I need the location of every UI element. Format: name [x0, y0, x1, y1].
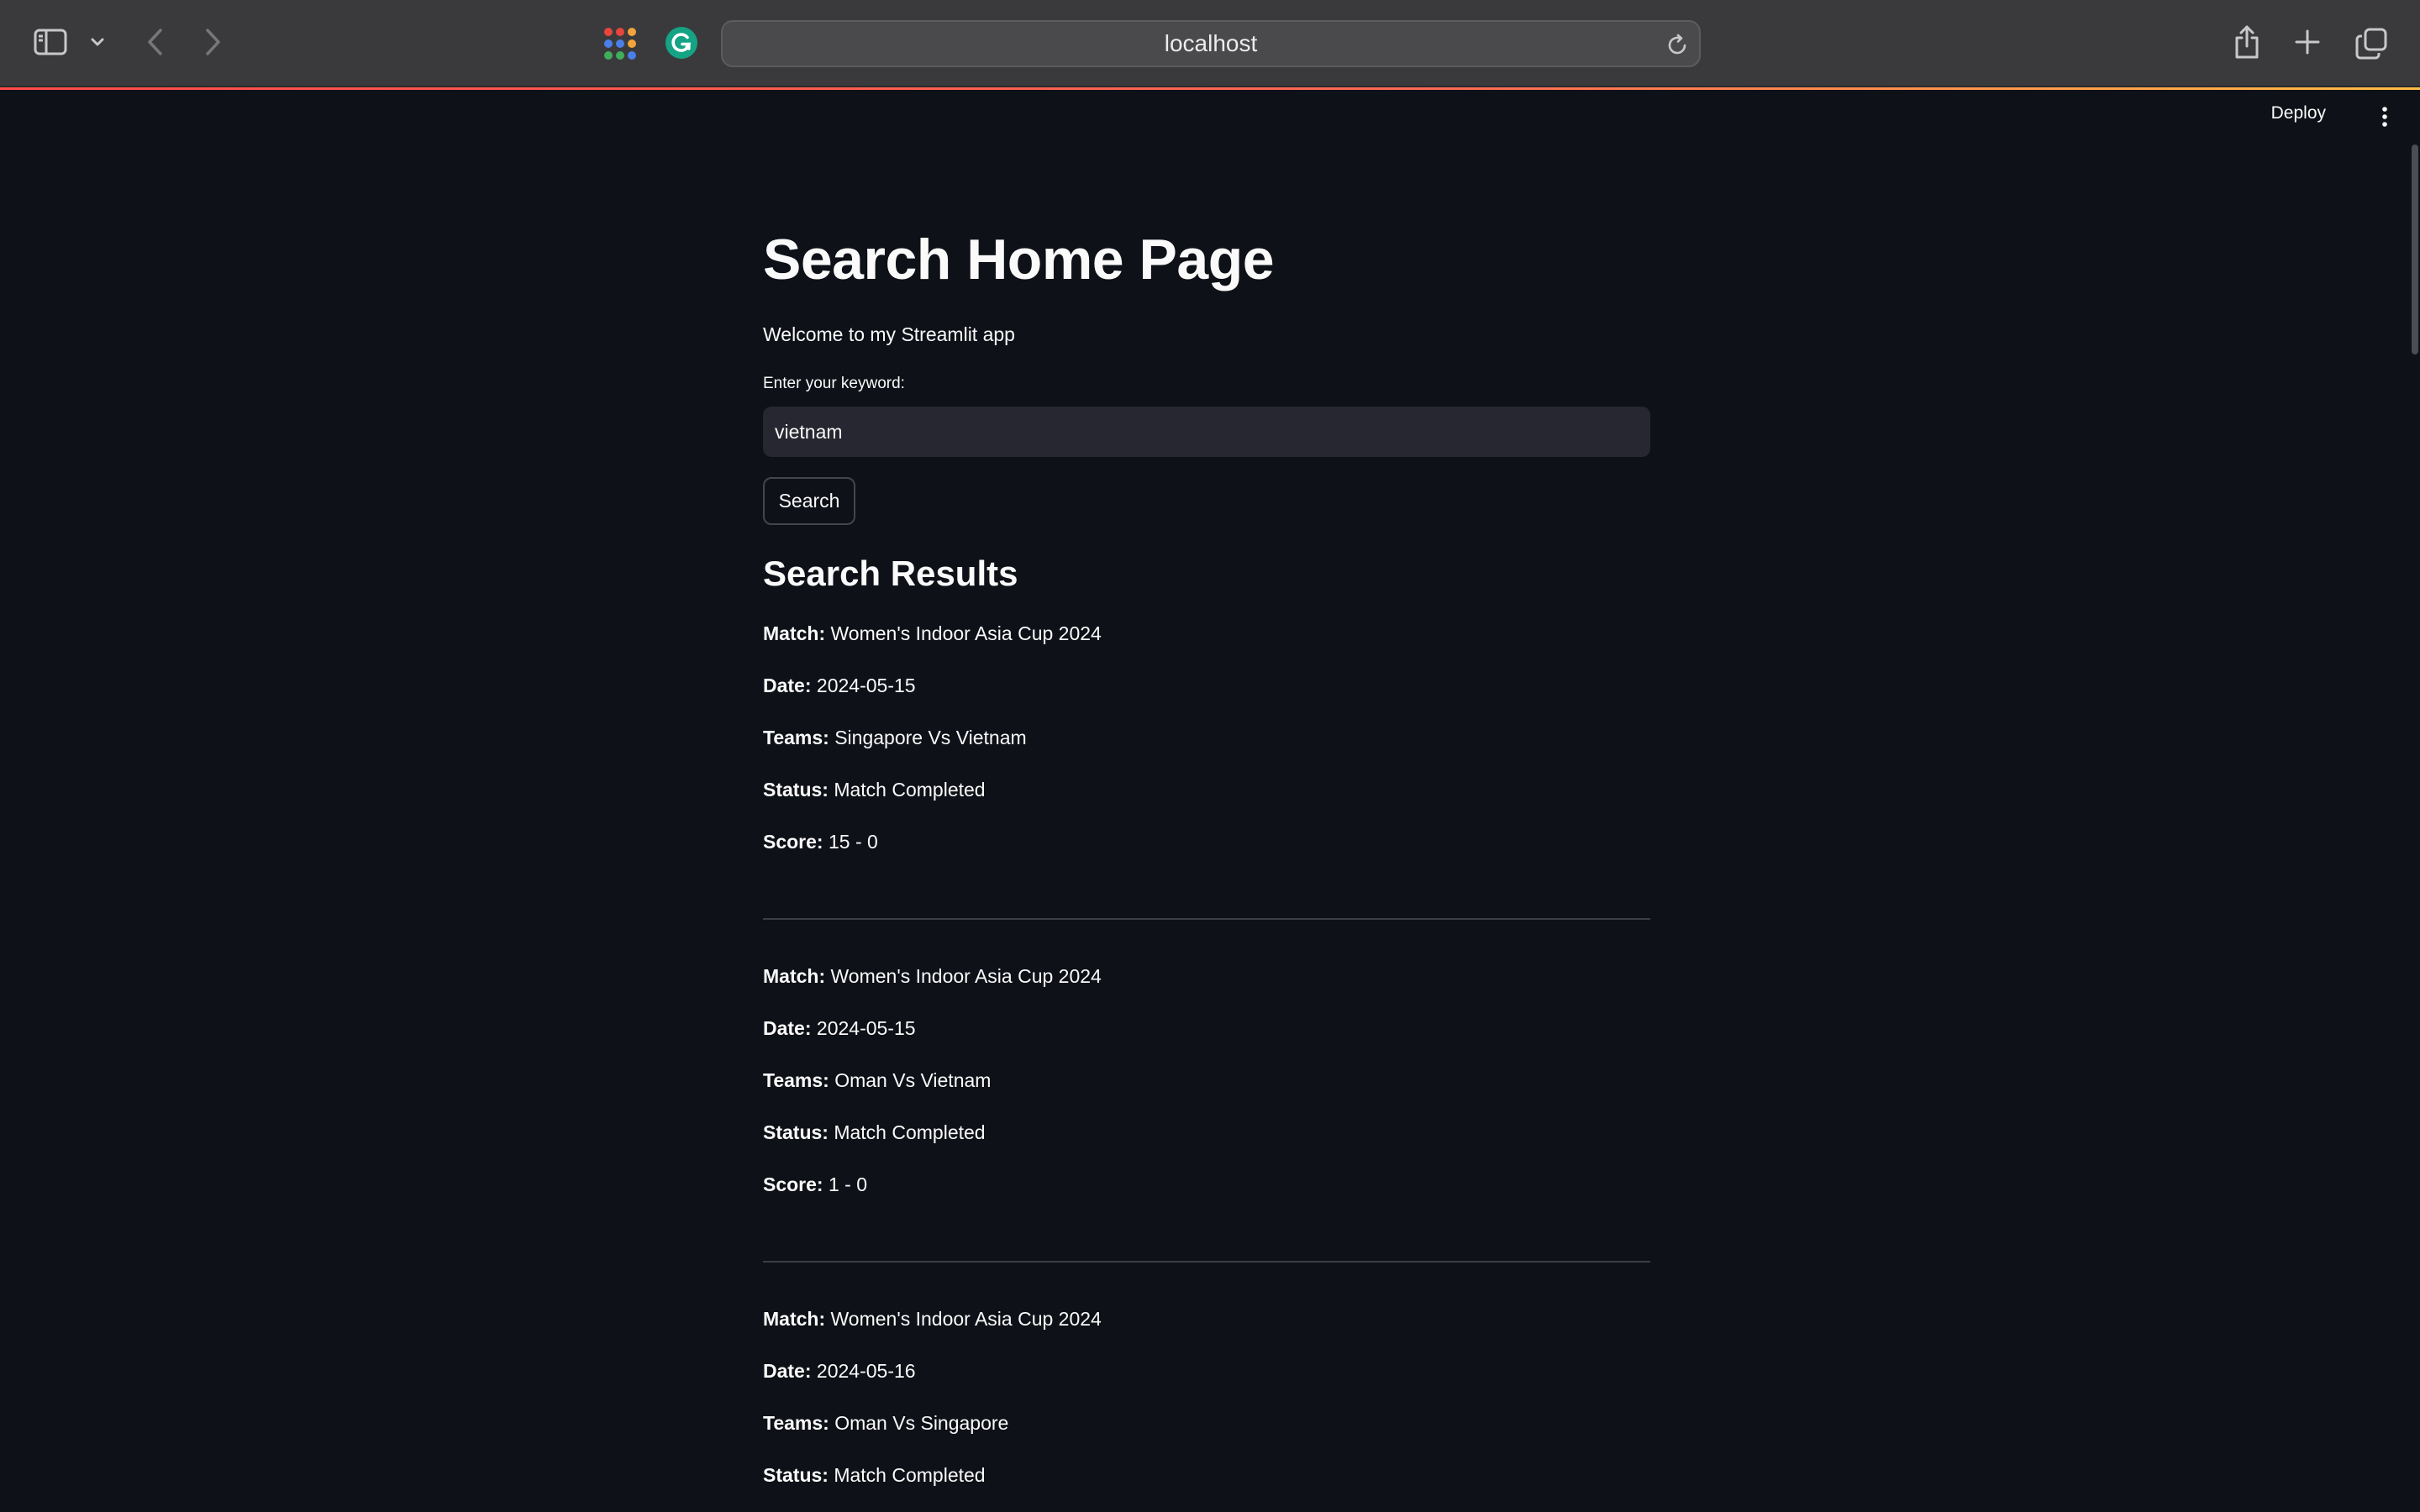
- status-value: Match Completed: [834, 1464, 986, 1486]
- result-teams: Teams: Oman Vs Singapore: [763, 1414, 1008, 1433]
- welcome-text: Welcome to my Streamlit app: [763, 323, 1015, 345]
- result-status: Status: Match Completed: [763, 780, 986, 800]
- result-date: Date: 2024-05-16: [763, 1362, 916, 1381]
- sidebar-icon[interactable]: [32, 25, 69, 59]
- teams-value: Oman Vs Vietnam: [834, 1069, 992, 1091]
- result-match: Match: Women's Indoor Asia Cup 2024: [763, 624, 1102, 643]
- results-heading: Search Results: [763, 554, 1018, 593]
- tabs-icon[interactable]: [2353, 25, 2390, 62]
- keyword-input[interactable]: [763, 407, 1650, 457]
- score-label: Score:: [763, 831, 823, 853]
- more-vertical-icon[interactable]: [2370, 100, 2400, 134]
- date-label: Date:: [763, 675, 812, 696]
- keyword-input-label: Enter your keyword:: [763, 375, 905, 392]
- share-icon[interactable]: [2230, 22, 2264, 62]
- date-label: Date:: [763, 1360, 812, 1382]
- score-value: 15 - 0: [828, 831, 878, 853]
- date-value: 2024-05-15: [816, 675, 916, 696]
- result-status: Status: Match Completed: [763, 1123, 986, 1142]
- result-divider: [763, 1261, 1650, 1263]
- result-teams: Teams: Oman Vs Vietnam: [763, 1071, 991, 1090]
- result-teams: Teams: Singapore Vs Vietnam: [763, 728, 1027, 748]
- address-text: localhost: [1164, 30, 1258, 56]
- search-button[interactable]: Search: [763, 477, 855, 525]
- result-score: Score: 1 - 0: [763, 1175, 867, 1194]
- score-label: Score:: [763, 1173, 823, 1195]
- match-value: Women's Indoor Asia Cup 2024: [830, 622, 1102, 644]
- teams-label: Teams:: [763, 1069, 829, 1091]
- plus-icon[interactable]: [2291, 25, 2324, 59]
- score-value: 1 - 0: [828, 1173, 868, 1195]
- date-value: 2024-05-15: [816, 1017, 916, 1039]
- date-label: Date:: [763, 1017, 812, 1039]
- match-value: Women's Indoor Asia Cup 2024: [830, 965, 1102, 987]
- status-value: Match Completed: [834, 1121, 986, 1143]
- teams-label: Teams:: [763, 1412, 829, 1434]
- result-status: Status: Match Completed: [763, 1466, 986, 1485]
- match-value: Women's Indoor Asia Cup 2024: [830, 1308, 1102, 1330]
- result-divider: [763, 918, 1650, 920]
- match-label: Match:: [763, 965, 826, 987]
- chevron-down-icon[interactable]: [87, 32, 108, 52]
- result-score: Score: 15 - 0: [763, 832, 878, 852]
- forward-arrow-icon[interactable]: [198, 25, 229, 59]
- match-label: Match:: [763, 622, 826, 644]
- app-header: Deploy: [0, 90, 2420, 142]
- status-label: Status:: [763, 1464, 829, 1486]
- match-label: Match:: [763, 1308, 826, 1330]
- status-label: Status:: [763, 779, 829, 801]
- teams-value: Singapore Vs Vietnam: [834, 727, 1027, 748]
- address-bar[interactable]: localhost: [721, 20, 1701, 67]
- page-title: Search Home Page: [763, 228, 1275, 291]
- reload-icon[interactable]: [1660, 29, 1694, 62]
- result-match: Match: Women's Indoor Asia Cup 2024: [763, 967, 1102, 986]
- status-value: Match Completed: [834, 779, 986, 801]
- status-label: Status:: [763, 1121, 829, 1143]
- result-date: Date: 2024-05-15: [763, 1019, 916, 1038]
- result-date: Date: 2024-05-15: [763, 676, 916, 696]
- teams-value: Oman Vs Singapore: [834, 1412, 1009, 1434]
- scrollbar-thumb[interactable]: [2412, 144, 2418, 354]
- apps-grid-icon[interactable]: [602, 25, 639, 62]
- deploy-button[interactable]: Deploy: [2271, 103, 2326, 123]
- date-value: 2024-05-16: [816, 1360, 916, 1382]
- teams-label: Teams:: [763, 727, 829, 748]
- grammarly-icon[interactable]: [664, 25, 699, 60]
- browser-toolbar: localhost: [0, 0, 2420, 87]
- result-match: Match: Women's Indoor Asia Cup 2024: [763, 1310, 1102, 1329]
- back-arrow-icon[interactable]: [139, 25, 170, 59]
